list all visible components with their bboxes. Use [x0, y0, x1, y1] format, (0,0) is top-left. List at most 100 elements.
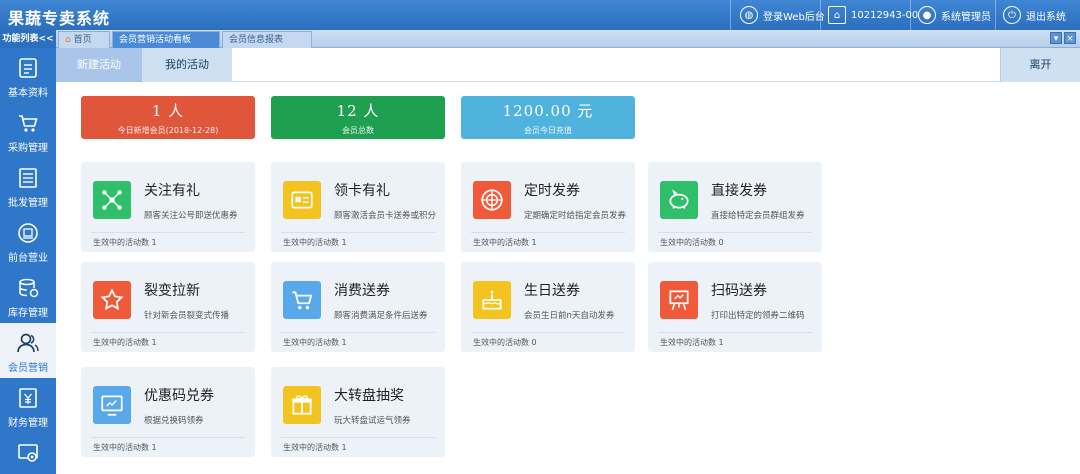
sidebar-item-front-desk[interactable]: 前台营业	[0, 213, 56, 268]
separator	[820, 0, 821, 30]
card-description: 定期确定时给指定会员发券	[524, 211, 627, 221]
sidebar-item-wholesale[interactable]: 批发管理	[0, 158, 56, 213]
minimize-button[interactable]: ▾	[1050, 32, 1062, 44]
activity-card-lucky-wheel[interactable]: 大转盘抽奖 玩大转盘试运气领券 生效中的活动数 1	[271, 367, 445, 457]
tab-home[interactable]: ⌂ 首页	[58, 31, 110, 48]
divider	[281, 232, 435, 233]
separator	[995, 0, 996, 30]
sidebar-item-finance[interactable]: 财务管理	[0, 378, 56, 433]
card-active-count: 生效中的活动数 1	[283, 338, 347, 347]
card-description: 根据兑换码领券	[144, 416, 204, 426]
card-title: 大转盘抽奖	[334, 388, 404, 404]
separator	[910, 0, 911, 30]
activity-card-promo-code[interactable]: 优惠码兑券 根据兑换码领券 生效中的活动数 1	[81, 367, 255, 457]
settings-icon	[18, 444, 38, 462]
activity-card-purchase-coupon[interactable]: 消费送券 顾客消费满足条件后送券 生效中的活动数 1	[271, 262, 445, 352]
stat-value: 12 人	[336, 102, 380, 120]
share-network-icon	[102, 190, 122, 210]
card-title: 定时发券	[524, 183, 580, 199]
activity-card-follow-gift[interactable]: 关注有礼 顾客关注公号即送优惠券 生效中的活动数 1	[81, 162, 255, 252]
card-icon-box	[473, 181, 511, 219]
activity-card-birthday-coupon[interactable]: 生日送券 会员生日前n天自动发券 生效中的活动数 0	[461, 262, 635, 352]
stat-label: 会员今日充值	[524, 126, 572, 135]
yen-icon	[19, 388, 37, 408]
gift-box-icon	[292, 395, 312, 415]
piggy-bank-icon	[669, 189, 689, 209]
divider	[658, 232, 812, 233]
tab-member-report[interactable]: 会员信息报表	[222, 31, 312, 48]
card-active-count: 生效中的活动数 1	[283, 443, 347, 452]
sidebar: 基本资料 采购管理 批发管理 前台营业 库存管理 会员营销 财务管理	[0, 48, 56, 474]
user-button[interactable]: ● 系统管理员	[918, 0, 991, 30]
target-icon	[481, 189, 503, 211]
list-icon	[19, 168, 37, 188]
home-icon: ⌂	[65, 35, 71, 45]
sidebar-item-member-marketing[interactable]: 会员营销	[0, 323, 56, 378]
sidebar-item-label: 批发管理	[8, 198, 48, 209]
divider	[281, 332, 435, 333]
card-description: 打印出特定的领券二维码	[711, 311, 805, 321]
monitor-icon	[101, 395, 123, 416]
sidebar-item-label: 库存管理	[8, 308, 48, 319]
sidebar-item-basic-info[interactable]: 基本资料	[0, 48, 56, 103]
activity-card-direct-coupon[interactable]: 直接发券 直接给特定会员群组发券 生效中的活动数 0	[648, 162, 822, 252]
activity-card-scan-coupon[interactable]: 扫码送券 打印出特定的领券二维码 生效中的活动数 1	[648, 262, 822, 352]
divider	[471, 232, 625, 233]
tab-member-marketing[interactable]: 会员营销活动看板	[112, 31, 220, 48]
login-web-label: 登录Web后台	[763, 11, 825, 23]
card-title: 领卡有礼	[334, 183, 390, 199]
sidebar-item-settings[interactable]	[0, 433, 56, 474]
login-web-button[interactable]: ◍ 登录Web后台	[740, 0, 825, 30]
tab-label: 首页	[73, 35, 92, 45]
card-icon-box	[93, 281, 131, 319]
account-label: 10212943-00	[851, 9, 919, 21]
main-content: 1 人 今日新增会员(2018-12-28) 12 人 会员总数 1200.00…	[56, 82, 1080, 474]
title-bar: 果蔬专卖系统 ◍ 登录Web后台 ⌂ 10212943-00 ● 系统管理员 ⏻…	[0, 0, 1080, 30]
power-icon: ⏻	[1003, 6, 1021, 24]
card-title: 裂变拉新	[144, 283, 200, 299]
star-icon	[100, 288, 124, 311]
card-description: 顾客激活会员卡送券或积分	[334, 211, 437, 221]
user-label: 系统管理员	[941, 11, 991, 23]
tab-strip: 功能列表<< ⌂ 首页 会员营销活动看板 会员信息报表 ▾ ×	[0, 30, 1080, 48]
pos-icon	[18, 223, 38, 243]
stat-label: 会员总数	[342, 126, 374, 135]
card-title: 生日送券	[524, 283, 580, 299]
stat-total-members: 12 人 会员总数	[271, 96, 445, 139]
card-active-count: 生效中的活动数 1	[473, 238, 537, 247]
card-title: 优惠码兑券	[144, 388, 214, 404]
cake-icon	[482, 290, 502, 310]
logout-button[interactable]: ⏻ 退出系统	[1003, 0, 1066, 30]
card-active-count: 生效中的活动数 1	[93, 443, 157, 452]
divider	[281, 437, 435, 438]
card-icon-box	[283, 281, 321, 319]
user-icon: ●	[918, 6, 936, 24]
sidebar-item-label: 采购管理	[8, 143, 48, 154]
card-icon-box	[473, 281, 511, 319]
stat-value: 1200.00 元	[502, 102, 594, 120]
leave-button[interactable]: 离开	[1000, 48, 1080, 82]
sidebar-item-label: 前台营业	[8, 253, 48, 264]
my-activity-tab[interactable]: 我的活动	[142, 48, 232, 82]
card-description: 直接给特定会员群组发券	[711, 211, 805, 221]
globe-icon: ◍	[740, 6, 758, 24]
card-title: 直接发券	[711, 183, 767, 199]
activity-card-card-gift[interactable]: 领卡有礼 顾客激活会员卡送券或积分 生效中的活动数 1	[271, 162, 445, 252]
divider	[91, 437, 245, 438]
sidebar-item-label: 基本资料	[8, 88, 48, 99]
activity-card-viral-referral[interactable]: 裂变拉新 针对新会员裂变式传播 生效中的活动数 1	[81, 262, 255, 352]
close-button[interactable]: ×	[1064, 32, 1076, 44]
card-active-count: 生效中的活动数 1	[283, 238, 347, 247]
sidebar-item-label: 会员营销	[8, 363, 48, 374]
tab-label: 会员信息报表	[229, 35, 284, 45]
card-description: 顾客消费满足条件后送券	[334, 311, 428, 321]
app-title: 果蔬专卖系统	[8, 9, 111, 28]
card-icon-box	[660, 181, 698, 219]
sidebar-item-inventory[interactable]: 库存管理	[0, 268, 56, 323]
sidebar-item-purchase[interactable]: 采购管理	[0, 103, 56, 158]
activity-card-scheduled-coupon[interactable]: 定时发券 定期确定时给指定会员发券 生效中的活动数 1	[461, 162, 635, 252]
divider	[91, 232, 245, 233]
new-activity-tab[interactable]: 新建活动	[56, 48, 142, 82]
cart-icon	[292, 291, 313, 310]
function-list-toggle[interactable]: 功能列表<<	[0, 30, 56, 48]
